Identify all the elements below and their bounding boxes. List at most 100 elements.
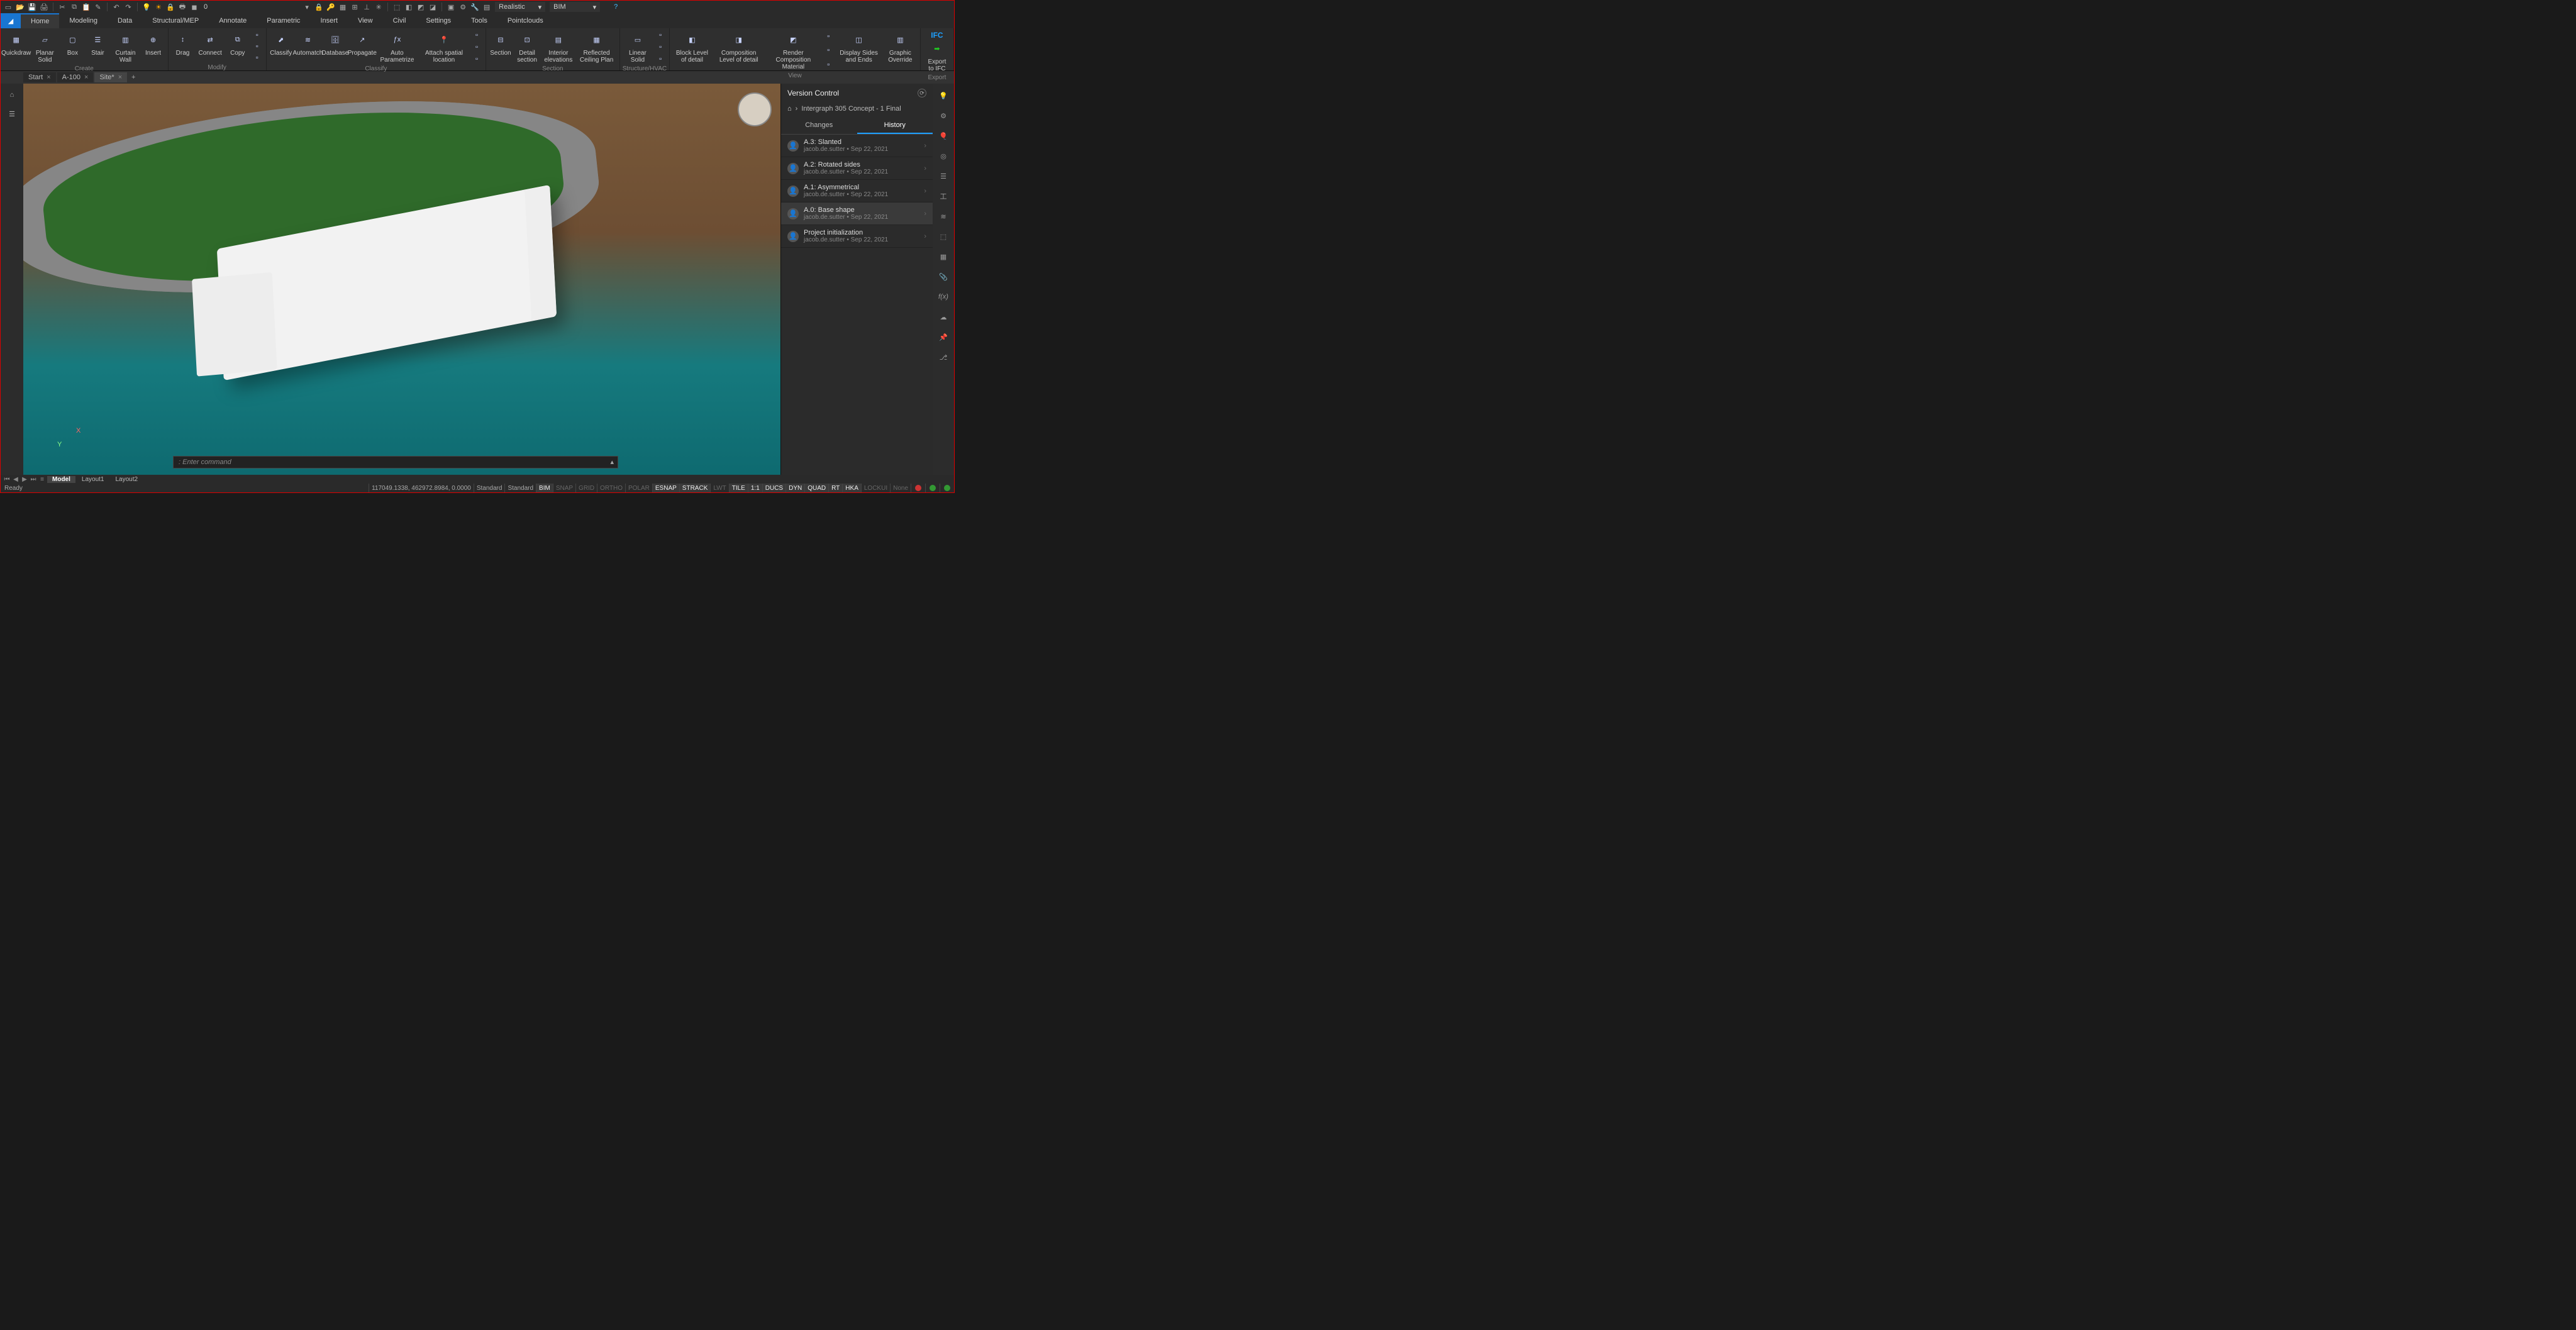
linear-solid-button[interactable]: ▭Linear Solid xyxy=(623,30,653,65)
list-icon[interactable]: ≡ xyxy=(38,476,46,483)
auto-parametrize-button[interactable]: ƒxAuto Parametrize xyxy=(377,30,418,65)
tab-structural[interactable]: Structural/MEP xyxy=(142,13,209,28)
polar-icon[interactable]: ✳ xyxy=(374,2,384,12)
layer-print-icon[interactable]: 🖶 xyxy=(177,2,187,12)
classify-mini-2-button[interactable]: ▫ xyxy=(470,42,483,53)
tab-civil[interactable]: Civil xyxy=(383,13,416,28)
stair-button[interactable]: ☰Stair xyxy=(86,30,109,65)
status-toggle-ducs[interactable]: DUCS xyxy=(762,484,786,492)
view-mini-2-button[interactable]: ▫ xyxy=(822,45,835,56)
cube3-icon[interactable]: ◩ xyxy=(416,2,426,12)
tab-insert[interactable]: Insert xyxy=(310,13,348,28)
status-std2[interactable]: Standard xyxy=(504,484,536,492)
automatch-button[interactable]: ≋Automatch xyxy=(294,30,321,65)
tab-history[interactable]: History xyxy=(857,118,933,134)
status-light-1[interactable] xyxy=(911,484,925,492)
structure-mini-2-button[interactable]: ▫ xyxy=(654,42,667,53)
interior-elevations-button[interactable]: ▤Interior elevations xyxy=(541,30,575,65)
classify-mini-1-button[interactable]: ▫ xyxy=(470,30,483,41)
status-toggle-strack[interactable]: STRACK xyxy=(679,484,711,492)
view-cube[interactable] xyxy=(738,92,772,126)
last-icon[interactable]: ⏭ xyxy=(30,476,37,483)
history-item[interactable]: 👤A.0: Base shapejacob.de.sutter • Sep 22… xyxy=(781,202,933,225)
status-std1[interactable]: Standard xyxy=(474,484,505,492)
new-icon[interactable]: ▭ xyxy=(3,2,13,12)
tab-modeling[interactable]: Modeling xyxy=(59,13,108,28)
paste-icon[interactable]: 📋 xyxy=(81,2,91,12)
modify-mini-2-button[interactable]: ▫ xyxy=(251,41,264,52)
status-toggle-lwt[interactable]: LWT xyxy=(710,484,728,492)
command-history-icon[interactable]: ▴ xyxy=(610,458,614,466)
grid-icon[interactable]: ▦ xyxy=(338,2,348,12)
fx-icon[interactable]: f(x) xyxy=(938,291,949,302)
structure-mini-1-button[interactable]: ▫ xyxy=(654,30,667,41)
copy-icon[interactable]: ⧉ xyxy=(69,2,79,12)
layout-tab-1[interactable]: Layout1 xyxy=(77,476,109,483)
breadcrumb[interactable]: ⌂ › Intergraph 305 Concept - 1 Final xyxy=(781,103,933,118)
cube2-icon[interactable]: ◧ xyxy=(404,2,414,12)
add-tab-button[interactable]: + xyxy=(128,74,138,81)
status-toggle-hka[interactable]: HKA xyxy=(842,484,861,492)
tab-changes[interactable]: Changes xyxy=(781,118,857,134)
classify-button[interactable]: ⬈Classify xyxy=(269,30,293,65)
display-sides-button[interactable]: ◫Display Sides and Ends xyxy=(836,30,882,72)
match-icon[interactable]: ✎ xyxy=(93,2,103,12)
sun-icon[interactable]: ☀ xyxy=(153,2,164,12)
quickdraw-button[interactable]: ▦Quickdraw xyxy=(3,30,29,65)
first-icon[interactable]: ⏮ xyxy=(3,476,11,483)
planar-solid-button[interactable]: ▱Planar Solid xyxy=(30,30,59,65)
structure-mini-3-button[interactable]: ▫ xyxy=(654,53,667,65)
status-toggle-ortho[interactable]: ORTHO xyxy=(597,484,625,492)
ortho-icon[interactable]: ⊥ xyxy=(362,2,372,12)
tab-tools[interactable]: Tools xyxy=(461,13,497,28)
attach-spatial-button[interactable]: 📍Attach spatial location xyxy=(419,30,469,65)
status-toggle-polar[interactable]: POLAR xyxy=(625,484,652,492)
grid-icon[interactable]: ▦ xyxy=(938,251,949,262)
graphic-override-button[interactable]: ▥Graphic Override xyxy=(883,30,918,72)
current-layer[interactable]: 0 xyxy=(201,3,210,11)
redo-icon[interactable]: ↷ xyxy=(123,2,133,12)
status-toggle-grid[interactable]: GRID xyxy=(575,484,597,492)
sliders-icon[interactable]: ⚙ xyxy=(938,110,949,121)
modify-mini-1-button[interactable]: ▫ xyxy=(251,30,264,41)
tab-view[interactable]: View xyxy=(348,13,383,28)
close-icon[interactable]: × xyxy=(118,74,122,81)
status-toggle-1:1[interactable]: 1:1 xyxy=(748,484,762,492)
pin-icon[interactable]: 📌 xyxy=(938,331,949,343)
tool-icon-a[interactable]: ▾ xyxy=(302,2,312,12)
layout-tab-model[interactable]: Model xyxy=(47,476,75,483)
save-icon[interactable]: 💾 xyxy=(27,2,37,12)
box-button[interactable]: ▢Box xyxy=(60,30,84,65)
layout-tab-2[interactable]: Layout2 xyxy=(110,476,143,483)
key-icon[interactable]: 🔑 xyxy=(326,2,336,12)
history-item[interactable]: 👤A.2: Rotated sidesjacob.de.sutter • Sep… xyxy=(781,157,933,180)
doc-tab-a100[interactable]: A-100× xyxy=(57,72,94,82)
database-button[interactable]: 🗄Database xyxy=(323,30,348,65)
history-item[interactable]: 👤A.1: Asymmetricaljacob.de.sutter • Sep … xyxy=(781,180,933,202)
wrench-icon[interactable]: 🔧 xyxy=(470,2,480,12)
tab-home[interactable]: Home xyxy=(21,13,59,28)
target-icon[interactable]: ◎ xyxy=(938,150,949,162)
app-menu-button[interactable]: ◢ xyxy=(1,13,21,28)
bulb-icon[interactable]: 💡 xyxy=(938,90,949,101)
cube-icon[interactable]: ⬚ xyxy=(938,231,949,242)
tab-annotate[interactable]: Annotate xyxy=(209,13,257,28)
next-icon[interactable]: ▶ xyxy=(21,476,28,483)
status-coords[interactable]: 117049.1338, 462972.8984, 0.0000 xyxy=(369,484,474,492)
tab-settings[interactable]: Settings xyxy=(416,13,461,28)
visual-style-combo[interactable]: Realistic▾ xyxy=(495,2,545,12)
doc-tab-site[interactable]: Site*× xyxy=(94,72,127,82)
insert-button[interactable]: ⊕Insert xyxy=(142,30,165,65)
tree-icon[interactable]: ☰ xyxy=(6,108,18,120)
block-lod-button[interactable]: ◧Block Level of detail xyxy=(672,30,712,72)
win-icon[interactable]: ▣ xyxy=(446,2,456,12)
lock2-icon[interactable]: 🔒 xyxy=(314,2,324,12)
command-line[interactable]: : Enter command ▴ xyxy=(173,456,618,468)
tab-parametric[interactable]: Parametric xyxy=(257,13,310,28)
open-icon[interactable]: 📂 xyxy=(15,2,25,12)
propagate-button[interactable]: ↗Propagate xyxy=(349,30,375,65)
tab-data[interactable]: Data xyxy=(108,13,142,28)
close-icon[interactable]: × xyxy=(47,74,50,81)
snap-icon[interactable]: ⊞ xyxy=(350,2,360,12)
viewport-3d[interactable]: X Y : Enter command ▴ xyxy=(23,84,780,475)
